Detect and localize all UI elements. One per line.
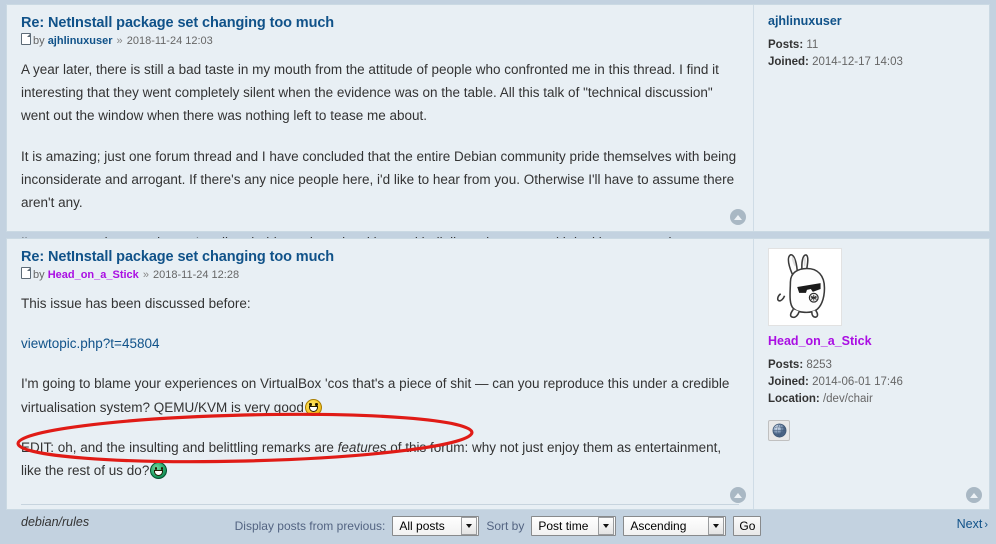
post-profile-panel: ajhlinuxuser Posts: 11 Joined: 2014-12-1… [753, 5, 989, 231]
post-document-icon [21, 33, 31, 45]
post-paragraph-intro: This issue has been discussed before: [21, 296, 251, 311]
post-paragraph-link: viewtopic.php?t=45804 [21, 332, 739, 355]
chevron-down-icon [461, 517, 478, 535]
chevron-down-icon [708, 517, 725, 535]
profile-posts-row: Posts: 11 [768, 37, 979, 54]
website-button[interactable] [768, 420, 790, 442]
chevron-right-icon: › [984, 519, 988, 531]
back-to-top-icon [734, 492, 742, 498]
display-posts-value: All posts [399, 519, 445, 533]
post-body: Re: NetInstall package set changing too … [7, 5, 753, 250]
next-page-link[interactable]: Next › [957, 517, 988, 531]
sort-by-value: Post time [538, 519, 589, 533]
post-container: Re: NetInstall package set changing too … [6, 4, 990, 250]
post-profile-panel: Head_on_a_Stick Posts: 8253 Joined: 2014… [753, 239, 989, 509]
back-to-top-button[interactable] [730, 487, 746, 503]
sort-order-value: Ascending [630, 519, 687, 533]
green-laugh-smiley-icon [150, 462, 168, 480]
profile-location-label: Location: [768, 393, 820, 406]
paragraph-text-a: EDIT: oh, and the insulting and belittli… [21, 439, 338, 455]
profile-username-link[interactable]: ajhlinuxuser [768, 14, 979, 28]
profile-posts-row: Posts: 8253 [768, 357, 979, 374]
profile-joined-row: Joined: 2014-06-01 17:46 [768, 374, 979, 391]
post-title: Re: NetInstall package set changing too … [21, 249, 335, 265]
bunny-sunglasses-avatar-icon [776, 254, 826, 319]
post-meta: by Head_on_a_Stick » 2018-11-24 12:28 [21, 267, 739, 281]
post-title: Re: NetInstall package set changing too … [21, 15, 335, 31]
paragraph-text: I'm going to blame your experiences on V… [21, 376, 730, 415]
profile-posts-label: Posts: [768, 359, 804, 371]
post-paragraph-edit: EDIT: oh, and the insulting and belittli… [21, 436, 739, 482]
profile-joined-value: 2014-12-17 14:03 [812, 56, 903, 69]
emphasised-word: features [337, 439, 387, 455]
go-button[interactable]: Go [733, 516, 762, 536]
post-timestamp: 2018-11-24 12:28 [153, 269, 240, 281]
profile-stats: Posts: 11 Joined: 2014-12-17 14:03 [768, 37, 979, 71]
post-timestamp: 2018-11-24 12:03 [126, 35, 213, 47]
back-to-top-icon [734, 214, 742, 220]
post-paragraph: It is amazing; just one forum thread and… [21, 148, 737, 211]
forum-page: Re: NetInstall package set changing too … [0, 4, 996, 544]
profile-username-link[interactable]: Head_on_a_Stick [768, 334, 979, 348]
profile-posts-label: Posts: [768, 39, 804, 51]
meta-separator: » [116, 35, 123, 47]
profile-joined-label: Joined: [768, 56, 809, 69]
profile-posts-value: 11 [806, 39, 819, 51]
meta-separator: » [142, 269, 149, 281]
footer-controls: Display posts from previous: All posts S… [0, 508, 996, 544]
back-to-top-button[interactable] [730, 209, 746, 225]
chevron-down-icon [598, 517, 615, 535]
post-document-icon [21, 267, 31, 279]
profile-contact-icons [768, 420, 979, 442]
profile-posts-value: 8253 [806, 359, 832, 371]
sort-by-label: Sort by [486, 519, 525, 533]
post-author-link[interactable]: Head_on_a_Stick [48, 269, 139, 281]
by-label: by [33, 35, 45, 47]
grin-smiley-icon [304, 398, 322, 416]
profile-joined-label: Joined: [768, 376, 809, 389]
profile-joined-value: 2014-06-01 17:46 [812, 376, 903, 389]
topic-link[interactable]: viewtopic.php?t=45804 [21, 336, 159, 351]
globe-icon [772, 423, 786, 438]
post-meta: by ajhlinuxuser » 2018-11-24 12:03 [21, 33, 739, 47]
profile-stats: Posts: 8253 Joined: 2014-06-01 17:46 Loc… [768, 357, 979, 408]
post-text: This issue has been discussed before: vi… [21, 292, 739, 482]
display-posts-label: Display posts from previous: [234, 519, 386, 533]
sort-by-select[interactable]: Post time [531, 516, 617, 536]
sort-order-select[interactable]: Ascending [623, 516, 727, 536]
post-container: Re: NetInstall package set changing too … [6, 238, 990, 529]
back-to-top-button[interactable] [966, 487, 982, 503]
post-body: Re: NetInstall package set changing too … [7, 239, 753, 529]
next-label: Next [956, 517, 983, 531]
post-author-link[interactable]: ajhlinuxuser [48, 35, 113, 47]
avatar[interactable] [768, 248, 842, 326]
profile-joined-row: Joined: 2014-12-17 14:03 [768, 54, 979, 71]
profile-location-row: Location: /dev/chair [768, 391, 979, 408]
post-text: A year later, there is still a bad taste… [21, 58, 739, 255]
display-posts-select[interactable]: All posts [392, 516, 480, 536]
back-to-top-icon [970, 492, 978, 498]
profile-location-value: /dev/chair [822, 393, 873, 406]
post-paragraph: A year later, there is still a bad taste… [21, 62, 719, 124]
post-paragraph-virtualbox: I'm going to blame your experiences on V… [21, 372, 739, 418]
by-label: by [33, 269, 45, 281]
